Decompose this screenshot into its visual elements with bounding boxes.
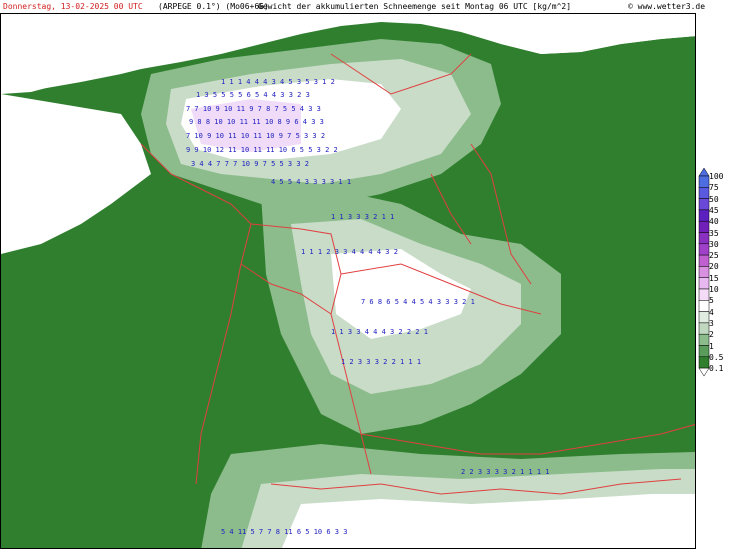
legend-swatch bbox=[698, 175, 710, 188]
legend-swatch bbox=[698, 288, 710, 301]
legend-tick-label: 3 bbox=[709, 318, 714, 328]
legend-tick-label: 25 bbox=[709, 251, 719, 261]
legend-swatch bbox=[698, 266, 710, 278]
legend-tick-label: 100 bbox=[709, 172, 724, 181]
forecast-date: Donnerstag, 13-02-2025 00 UTC bbox=[3, 2, 143, 11]
legend-tick-label: 15 bbox=[709, 273, 719, 283]
legend-arrow-top bbox=[698, 168, 710, 177]
value-row: 1 2 3 3 3 2 2 1 1 1 bbox=[341, 358, 421, 366]
legend-tick-label: 30 bbox=[709, 239, 719, 249]
legend-arrow-bottom bbox=[698, 367, 710, 377]
legend-tick-label: 2 bbox=[709, 330, 714, 340]
value-row: 3 4 4 7 7 7 10 9 7 5 5 3 3 2 bbox=[191, 160, 309, 168]
legend-swatch bbox=[698, 254, 710, 267]
model-info: (ARPEGE 0.1°) (Mo06+66) bbox=[158, 2, 269, 11]
map-title: Gewicht der akkumulierten Schneemenge se… bbox=[258, 2, 572, 11]
legend-swatch bbox=[698, 243, 710, 256]
legend-swatch bbox=[698, 220, 710, 233]
value-row: 1 1 1 2 3 3 4 4 4 4 3 2 bbox=[301, 248, 398, 256]
snow-map: 1 1 1 4 4 4 3 4 5 3 5 3 1 2 1 3 5 5 5 5 … bbox=[0, 13, 696, 549]
legend-swatch bbox=[698, 333, 710, 346]
legend-tick-label: 35 bbox=[709, 228, 719, 238]
legend-swatch bbox=[698, 232, 710, 245]
header-bar: Donnerstag, 13-02-2025 00 UTC (ARPEGE 0.… bbox=[0, 0, 732, 13]
value-row: 4 5 5 4 3 3 3 3 1 1 bbox=[271, 178, 351, 186]
legend-swatch bbox=[698, 311, 710, 324]
color-legend: 100 75 50 45 40 35 30 25 20 15 10 5 4 3 2 1 0.5 0.1 bbox=[698, 168, 732, 378]
value-row: 9 8 8 10 10 11 11 10 8 9 6 4 3 3 bbox=[189, 118, 324, 126]
map-canvas: 1 1 1 4 4 4 3 4 5 3 5 3 1 2 1 3 5 5 5 5 … bbox=[1, 14, 695, 548]
legend-swatch bbox=[698, 187, 710, 199]
legend-tick-label: 5 bbox=[709, 296, 714, 306]
legend-tick-label: 50 bbox=[709, 194, 719, 204]
value-row: 9 9 10 12 11 10 11 11 10 6 5 5 3 2 2 bbox=[186, 146, 338, 154]
legend-swatch bbox=[698, 300, 710, 312]
value-row: 1 1 1 4 4 4 3 4 5 3 5 3 1 2 bbox=[221, 78, 335, 86]
legend-swatch bbox=[698, 345, 710, 358]
legend-tick-label: 4 bbox=[709, 307, 714, 317]
legend-swatch bbox=[698, 277, 710, 290]
legend-tick-label: 10 bbox=[709, 285, 719, 294]
legend-tick-label: 40 bbox=[709, 217, 719, 227]
legend-tick-label: 45 bbox=[709, 205, 719, 215]
copyright: © www.wetter3.de bbox=[628, 2, 706, 11]
legend-tick-label: 0.5 bbox=[709, 352, 724, 362]
legend-tick-label: 0.1 bbox=[709, 364, 724, 374]
value-row: 7 6 8 6 5 4 4 5 4 3 3 3 2 1 bbox=[361, 298, 475, 306]
legend-swatch bbox=[698, 356, 710, 369]
value-row: 2 2 3 3 3 3 2 1 1 1 1 bbox=[461, 468, 550, 476]
value-row: 7 7 10 9 10 11 9 7 8 7 5 5 4 3 3 bbox=[186, 105, 321, 113]
value-row: 1 1 3 3 3 2 1 1 bbox=[331, 213, 394, 221]
value-row: 1 3 5 5 5 5 6 5 4 4 3 3 2 3 bbox=[196, 91, 310, 99]
legend-tick-label: 1 bbox=[709, 341, 714, 351]
legend-swatch bbox=[698, 322, 710, 335]
legend-tick-label: 75 bbox=[709, 183, 719, 193]
legend-swatch bbox=[698, 198, 710, 211]
value-row: 1 1 3 3 4 4 4 3 2 2 2 1 bbox=[331, 328, 428, 336]
legend-swatch bbox=[698, 209, 710, 222]
value-row: 5 4 11 5 7 7 8 11 6 5 10 6 3 3 bbox=[221, 528, 347, 536]
legend-tick-label: 20 bbox=[709, 262, 719, 272]
value-row: 7 10 9 10 11 10 11 10 9 7 5 3 3 2 bbox=[186, 132, 325, 140]
